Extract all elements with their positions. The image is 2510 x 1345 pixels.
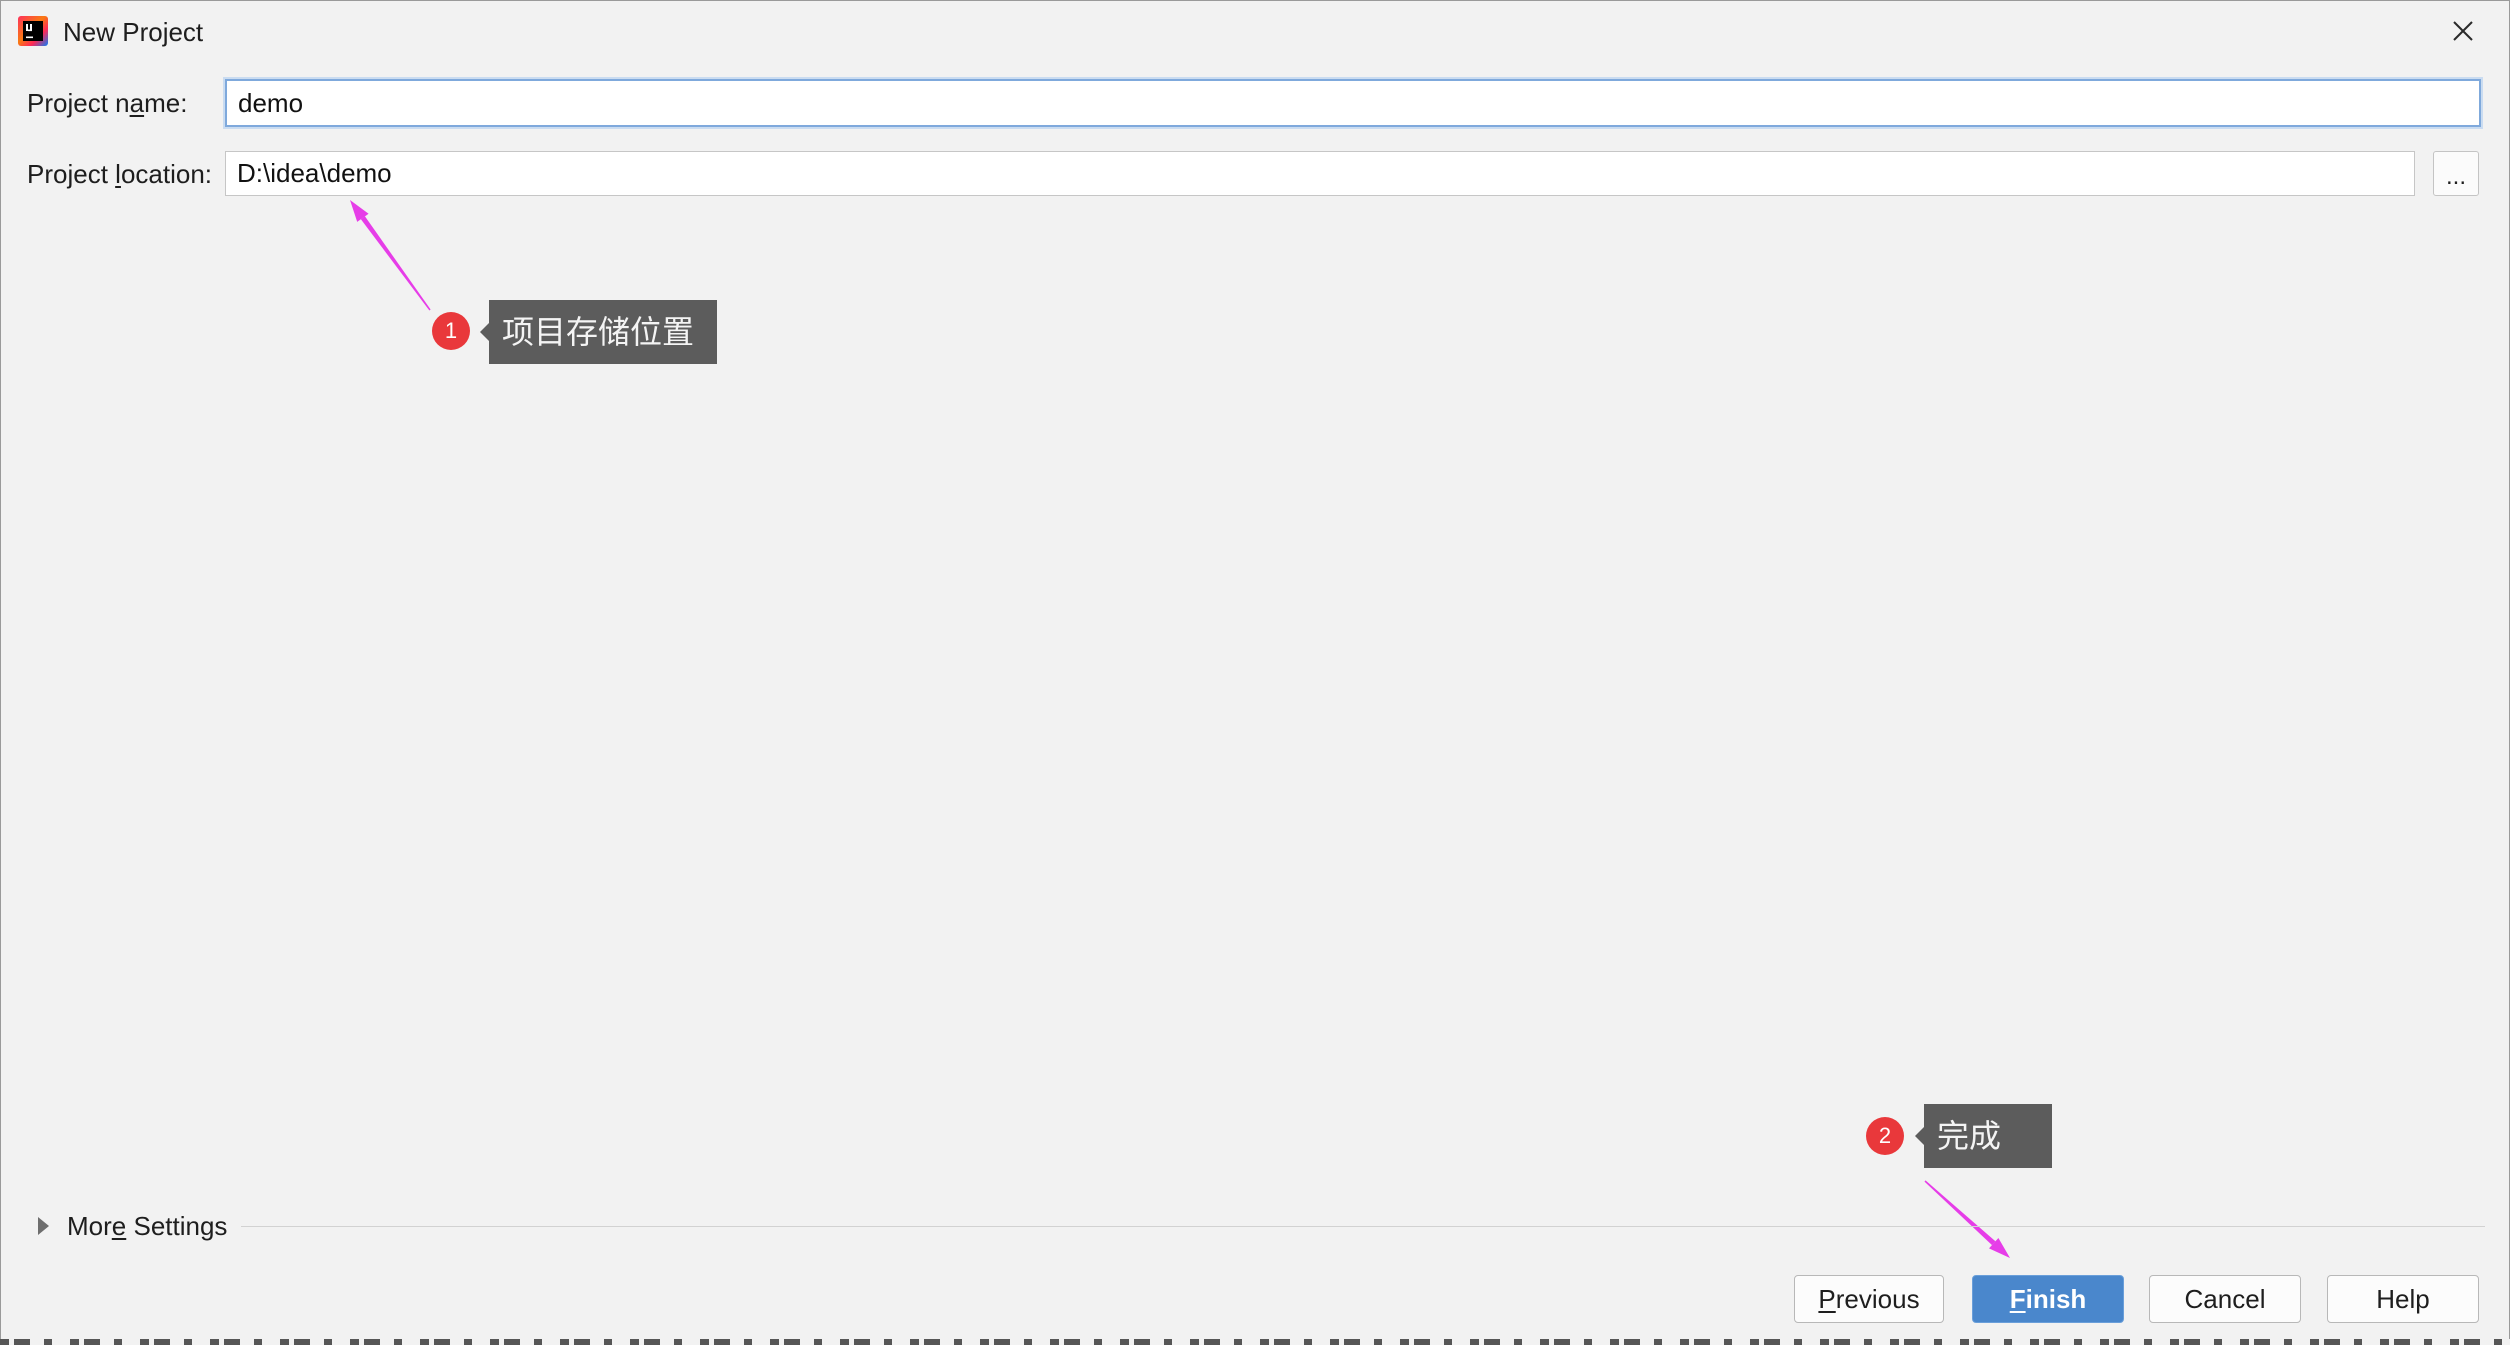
intellij-idea-icon	[17, 15, 49, 47]
mnemonic-underline: e	[111, 1211, 127, 1241]
more-settings-toggle[interactable]: More Settings	[67, 1209, 227, 1243]
annotation-arrow-2	[1924, 1180, 2010, 1258]
window-title: New Project	[63, 17, 204, 47]
more-settings-separator	[241, 1226, 2485, 1227]
mnemonic-underline: F	[2009, 1284, 2026, 1314]
close-button[interactable]	[2446, 14, 2480, 48]
finish-button[interactable]: Finish	[1972, 1275, 2124, 1323]
project-location-input[interactable]	[225, 151, 2415, 196]
mnemonic-underline: a	[129, 88, 145, 118]
help-button[interactable]: Help	[2327, 1275, 2479, 1323]
mnemonic-underline: P	[1818, 1284, 1836, 1314]
annotation-marker-2: 2	[1866, 1117, 1904, 1155]
annotation-marker-1: 1	[432, 312, 470, 350]
annotation-arrow-1	[350, 200, 431, 311]
cancel-button[interactable]: Cancel	[2149, 1275, 2301, 1323]
annotation-callout-1: 项目存储位置	[480, 300, 717, 364]
annotation-arrows	[350, 200, 2010, 1258]
background-window-edge	[0, 1339, 2510, 1345]
new-project-dialog: New Project Project name: Project locati…	[0, 0, 2510, 1339]
previous-button[interactable]: Previous	[1794, 1275, 1944, 1323]
project-location-label: Project location:	[27, 159, 213, 189]
project-name-label: Project name:	[27, 88, 188, 118]
annotation-callout-2: 完成	[1915, 1104, 2052, 1168]
expand-triangle-icon[interactable]	[33, 1212, 55, 1240]
project-name-input[interactable]	[225, 79, 2481, 127]
browse-location-button[interactable]: ...	[2433, 151, 2479, 196]
close-icon	[2453, 21, 2473, 41]
mnemonic-underline: l	[115, 159, 121, 189]
